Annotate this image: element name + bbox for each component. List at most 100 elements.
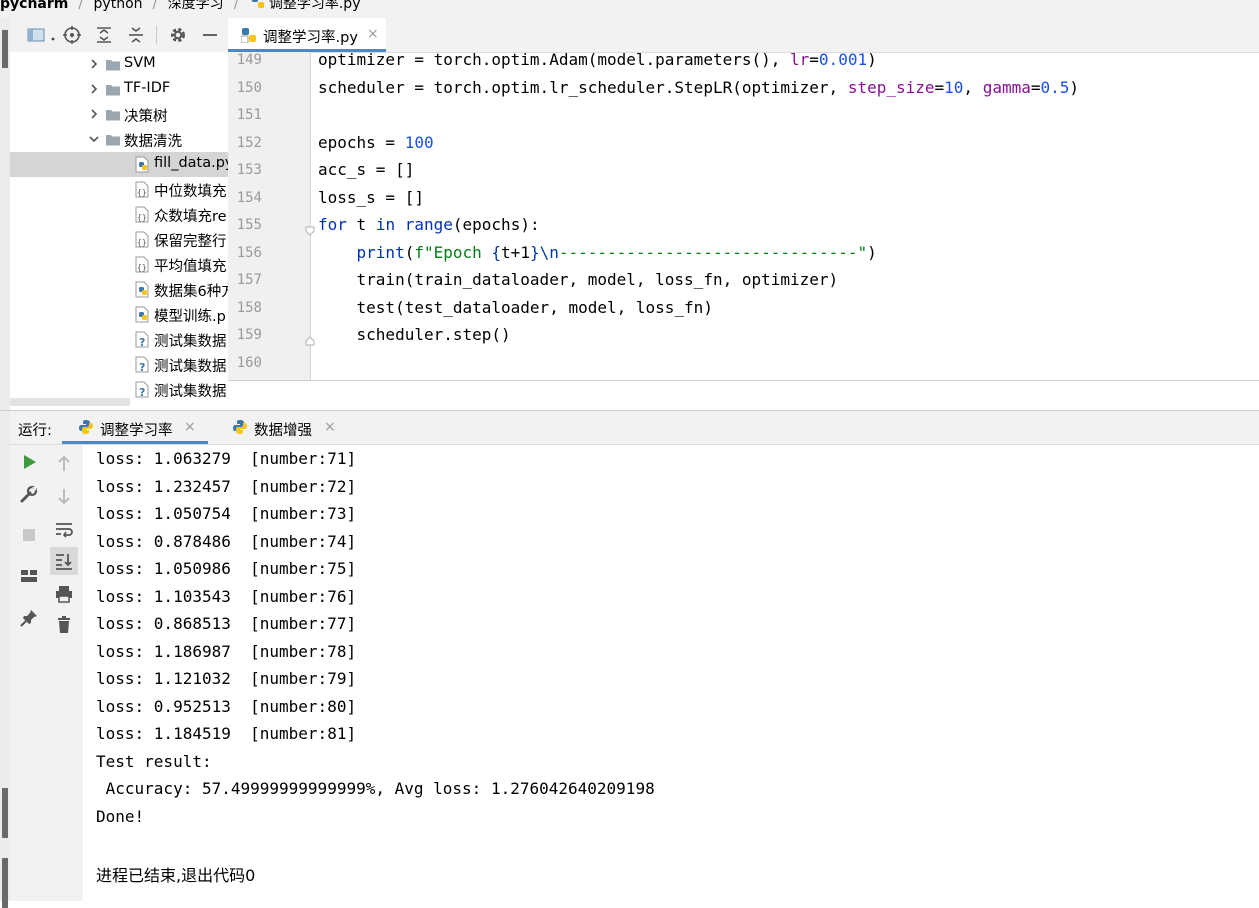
code-line[interactable]: test(test_dataloader, model, loss_fn) [318, 298, 713, 317]
project-tree-scrollbar[interactable] [10, 398, 130, 406]
stop-icon[interactable] [19, 525, 39, 545]
tree-item[interactable]: 决策树 [10, 102, 228, 127]
trash-icon[interactable] [54, 615, 74, 635]
console-line: loss: 1.232457 [number:72] [96, 476, 357, 496]
minimize-icon[interactable] [200, 25, 220, 45]
console-line: loss: 1.186987 [number:78] [96, 641, 357, 661]
run-tab-label: 数据增强 [254, 423, 312, 439]
tree-item-label: 决策树 [124, 109, 168, 125]
expand-all-icon[interactable] [94, 25, 114, 45]
fold-marker-icon[interactable] [305, 221, 315, 236]
tree-item[interactable]: TF-IDF [10, 77, 228, 102]
line-number: 157 [236, 272, 262, 288]
project-view-icon[interactable] [26, 25, 46, 45]
tab-editor-file[interactable]: 调整学习率.py × [228, 18, 386, 52]
chevron-right-icon[interactable] [88, 108, 100, 120]
tree-item[interactable]: {} 平均值填充 [10, 252, 228, 277]
run-panel-header: 运行: 调整学习率 × 数据增强 × [10, 411, 1259, 445]
breadcrumb-item-folder[interactable]: python [94, 0, 143, 12]
tree-item[interactable]: fill_data.py [10, 152, 228, 177]
layout-icon[interactable] [19, 566, 39, 586]
svg-text:?: ? [139, 336, 145, 348]
line-number: 152 [236, 134, 262, 151]
console-line: loss: 1.121032 [number:79] [96, 669, 357, 688]
rerun-play-icon[interactable] [19, 452, 39, 472]
close-icon[interactable]: × [367, 26, 379, 42]
tree-item-label: 众数填充re [154, 209, 227, 225]
code-line[interactable]: loss_s = [] [318, 188, 424, 207]
locate-target-icon[interactable] [62, 25, 82, 45]
code-line[interactable]: scheduler = torch.optim.lr_scheduler.Ste… [318, 78, 1079, 97]
data-file-icon: {} [134, 256, 150, 273]
print-icon[interactable] [54, 584, 74, 604]
tab-label: 调整学习率.py [263, 30, 358, 46]
gear-icon[interactable] [168, 25, 188, 45]
line-number: 151 [236, 107, 262, 123]
collapse-all-icon[interactable] [126, 25, 146, 45]
fold-marker-icon[interactable] [305, 331, 315, 346]
console-line: loss: 0.868513 [number:77] [96, 614, 357, 633]
tab-run-config-2[interactable]: 数据增强 × [216, 411, 336, 444]
code-line[interactable]: scheduler.step() [318, 325, 511, 344]
python-file-icon [251, 0, 265, 13]
tree-item[interactable]: {} 中位数填充 [10, 177, 228, 202]
unknown-file-icon: ? [134, 381, 150, 399]
run-panel-title: 运行: [18, 423, 52, 439]
console-line: loss: 1.050754 [number:73] [96, 504, 357, 523]
line-number: 156 [236, 244, 262, 261]
python-icon [232, 419, 248, 439]
tree-item[interactable]: 数据集6种方 [10, 277, 228, 302]
run-toolbar-primary [10, 445, 48, 901]
tree-item[interactable]: {} 众数填充re [10, 202, 228, 227]
code-line[interactable]: optimizer = torch.optim.Adam(model.param… [318, 50, 877, 69]
tree-item[interactable]: 模型训练.p [10, 302, 228, 327]
code-line[interactable]: print(f"Epoch {t+1}\n-------------------… [318, 243, 877, 262]
line-number: 158 [236, 299, 262, 316]
project-tool-window-marker[interactable] [2, 30, 8, 68]
tree-item[interactable]: SVM [10, 52, 228, 77]
folder-icon [105, 56, 121, 73]
console-line: Done! [96, 806, 145, 826]
run-toolbar-secondary [47, 445, 84, 901]
line-number: 154 [236, 189, 262, 206]
data-file-icon: {} [134, 206, 150, 223]
close-icon[interactable]: × [324, 419, 336, 435]
tree-item[interactable]: 数据清洗 [10, 127, 228, 152]
tree-item[interactable]: ? 测试集数据 [10, 352, 228, 377]
structure-tool-window-marker[interactable] [2, 788, 8, 838]
wrench-icon[interactable] [19, 484, 39, 504]
editor-empty-area[interactable] [228, 380, 1259, 411]
tree-item-label: 数据集6种方 [154, 284, 228, 300]
line-number: 150 [236, 79, 262, 96]
tab-run-config-1[interactable]: 调整学习率 × [62, 411, 208, 444]
arrow-down-icon[interactable] [54, 486, 74, 506]
tree-item[interactable]: {} 保留完整行 [10, 227, 228, 252]
unknown-file-icon: ? [134, 331, 150, 349]
chevron-right-icon[interactable] [88, 58, 100, 70]
close-icon[interactable]: × [184, 419, 196, 435]
code-line[interactable]: epochs = 100 [318, 133, 434, 152]
breadcrumb-item-file[interactable]: 调整学习率.py [269, 0, 361, 13]
svg-text:?: ? [139, 386, 145, 398]
tree-item-label: 平均值填充 [154, 259, 227, 275]
pin-icon[interactable] [19, 608, 39, 628]
scroll-to-end-icon[interactable] [54, 551, 74, 571]
run-console-output[interactable]: loss: 1.063279 [number:71] loss: 1.232457… [83, 445, 1259, 901]
breadcrumb-item-project[interactable]: pycharm [0, 0, 68, 12]
code-line[interactable]: for t in range(epochs): [318, 215, 540, 234]
arrow-up-icon[interactable] [54, 454, 74, 474]
tree-item[interactable]: ? 测试集数据 [10, 327, 228, 352]
python-icon [78, 419, 94, 439]
folder-icon [105, 81, 121, 98]
chevron-right-icon[interactable] [88, 83, 100, 95]
svg-text:{}: {} [137, 213, 147, 222]
soft-wrap-icon[interactable] [54, 519, 74, 539]
line-number: 155 [236, 217, 262, 233]
console-line: loss: 1.050986 [number:75] [96, 559, 357, 578]
code-line[interactable]: acc_s = [] [318, 160, 414, 179]
code-line[interactable]: train(train_dataloader, model, loss_fn, … [318, 270, 839, 289]
breadcrumb-item-subfolder[interactable]: 深度学习 [168, 0, 224, 13]
tree-item-label: TF-IDF [124, 80, 171, 96]
python-file-icon [134, 156, 150, 173]
chevron-down-icon[interactable] [88, 133, 100, 145]
